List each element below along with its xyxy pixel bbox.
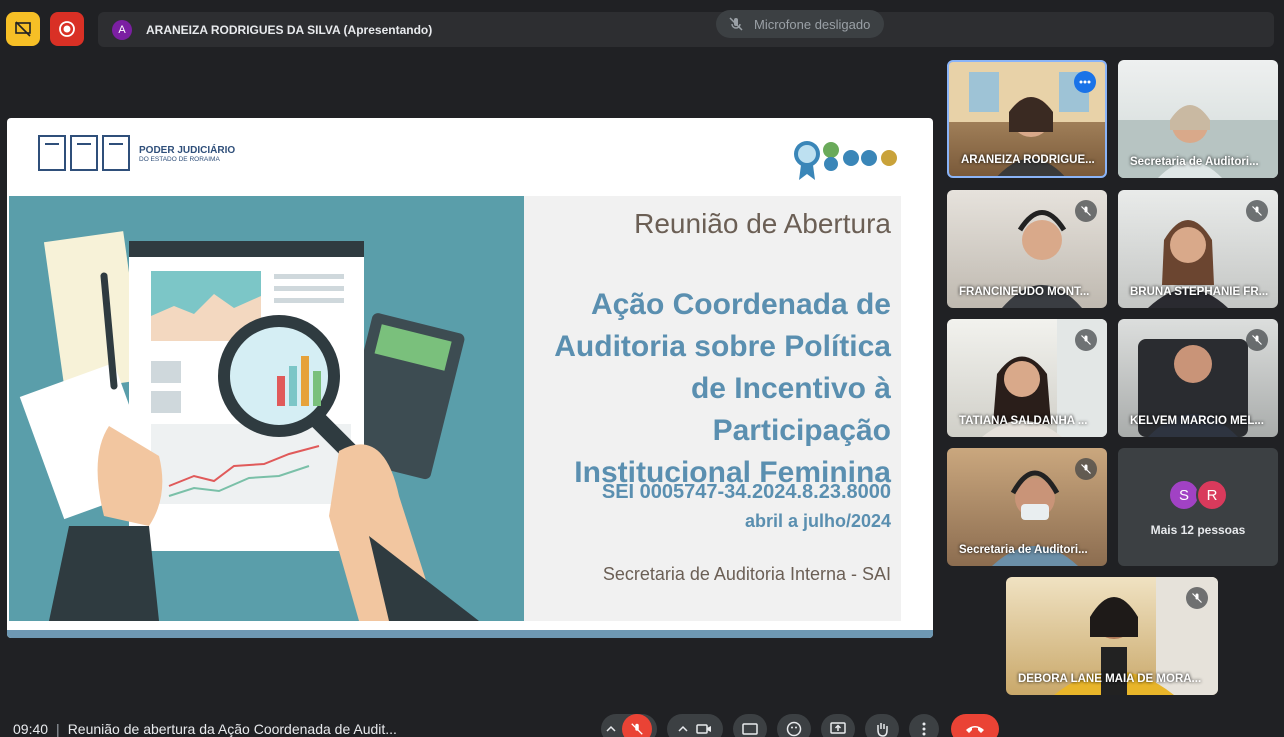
participant-name: ARANEIZA RODRIGUE... <box>961 154 1095 166</box>
slide-text-panel: Reunião de Abertura Ação Coordenada de A… <box>524 196 901 621</box>
participant-name: Secretaria de Auditori... <box>959 544 1088 556</box>
participant-name: DEBORA LANE MAIA DE MORA... <box>1018 673 1202 685</box>
slide-kicker: Reunião de Abertura <box>634 208 891 239</box>
mic-off-icon <box>729 17 743 31</box>
leave-call-button[interactable] <box>951 714 999 737</box>
participant-name: BRUNA STEPHANIE FR... <box>1130 286 1269 298</box>
mic-toggle-button[interactable] <box>622 714 652 737</box>
participant-tile[interactable]: KELVEM MARCIO MEL... <box>1118 319 1278 437</box>
slide-period: abril a julho/2024 <box>744 511 891 531</box>
participant-tile[interactable]: ARANEIZA RODRIGUE... <box>947 60 1107 178</box>
mic-off-icon <box>631 723 643 735</box>
participant-name: KELVEM MARCIO MEL... <box>1130 415 1264 427</box>
presentation-slide: PODER JUDICIÁRIO DO ESTADO DE RORAIMA Re… <box>7 118 933 638</box>
microphone-control[interactable] <box>601 714 657 737</box>
meeting-title: Reunião de abertura da Ação Coordenada d… <box>67 721 397 737</box>
slide-sei-number: SEI 0005747-34.2024.8.23.8000 <box>601 481 891 503</box>
meeting-info: 09:40 | Reunião de abertura da Ação Coor… <box>13 721 397 737</box>
participant-name: Secretaria de Auditori... <box>1130 156 1259 168</box>
mic-off-label: Microfone desligado <box>754 16 871 32</box>
mic-off-icon <box>1252 335 1262 345</box>
record-icon <box>59 21 75 37</box>
hand-icon <box>877 723 888 737</box>
participant-muted-indicator <box>1246 329 1268 351</box>
participant-muted-indicator <box>1075 329 1097 351</box>
participant-tile[interactable]: BRUNA STEPHANIE FR... <box>1118 190 1278 308</box>
more-people-label: Mais 12 pessoas <box>1150 523 1246 537</box>
org-logo: PODER JUDICIÁRIO DO ESTADO DE RORAIMA <box>37 132 235 176</box>
mic-off-toast: Microfone desligado <box>716 10 884 38</box>
court-logo-icon <box>38 135 130 171</box>
presenter-label: ARANEIZA RODRIGUES DA SILVA (Apresentand… <box>146 22 433 37</box>
emoji-icon <box>786 721 802 737</box>
more-people-tile[interactable]: S R Mais 12 pessoas <box>1118 448 1278 566</box>
more-options-icon <box>1079 80 1091 84</box>
more-vert-icon <box>922 722 926 736</box>
participant-muted-indicator <box>1246 200 1268 222</box>
participant-muted-indicator <box>1075 200 1097 222</box>
more-people-avatars: S R <box>1168 479 1228 511</box>
participant-tile[interactable]: Secretaria de Auditori... <box>1118 60 1278 178</box>
presentation-off-button[interactable] <box>6 12 40 46</box>
participant-tile[interactable]: TATIANA SALDANHA ... <box>947 319 1107 437</box>
slide-bottom-bar <box>7 630 933 638</box>
self-view-tile[interactable]: DEBORA LANE MAIA DE MORA... <box>1006 577 1218 695</box>
participant-tile[interactable]: FRANCINEUDO MONT... <box>947 190 1107 308</box>
mic-off-icon <box>1081 206 1091 216</box>
chevron-up-icon <box>678 725 688 732</box>
mic-off-icon <box>1081 335 1091 345</box>
reactions-button[interactable] <box>777 714 811 737</box>
presenter-avatar: A <box>112 19 132 40</box>
mic-off-icon <box>1252 206 1262 216</box>
org-subtitle: DO ESTADO DE RORAIMA <box>139 155 220 163</box>
hang-up-icon <box>966 726 984 733</box>
raise-hand-button[interactable] <box>865 714 899 737</box>
chevron-up-icon <box>606 725 616 732</box>
participant-muted-indicator <box>1186 587 1208 609</box>
slide-title: Ação Coordenada de Auditoria sobre Polít… <box>554 288 891 489</box>
presenter-banner: A ARANEIZA RODRIGUES DA SILVA (Apresenta… <box>98 12 1274 47</box>
present-icon <box>830 722 846 734</box>
recording-button[interactable] <box>50 12 84 46</box>
more-options-button[interactable] <box>909 714 939 737</box>
award-seals <box>793 138 905 184</box>
meeting-time: 09:40 <box>13 721 49 737</box>
participant-name: TATIANA SALDANHA ... <box>959 415 1088 427</box>
present-button[interactable] <box>821 714 855 737</box>
participant-tile[interactable]: Secretaria de Auditori... <box>947 448 1107 566</box>
participant-name: FRANCINEUDO MONT... <box>959 286 1090 298</box>
audit-document-magnifier-icon <box>19 231 479 621</box>
captions-button[interactable] <box>733 714 767 737</box>
present-off-icon <box>15 21 31 37</box>
slide-footer: Secretaria de Auditoria Interna - SAI <box>602 564 891 584</box>
info-separator: | <box>56 721 60 737</box>
more-options-button[interactable] <box>1074 71 1096 93</box>
org-title: PODER JUDICIÁRIO <box>139 144 236 156</box>
audit-illustration <box>9 196 524 621</box>
camera-icon <box>696 724 711 734</box>
mic-off-icon <box>1192 593 1202 603</box>
award-seal-icon <box>794 141 897 180</box>
participant-muted-indicator <box>1075 458 1097 480</box>
avatar: R <box>1196 479 1228 511</box>
camera-control[interactable] <box>667 714 723 737</box>
mic-off-icon <box>1081 464 1091 474</box>
captions-icon <box>742 723 758 735</box>
